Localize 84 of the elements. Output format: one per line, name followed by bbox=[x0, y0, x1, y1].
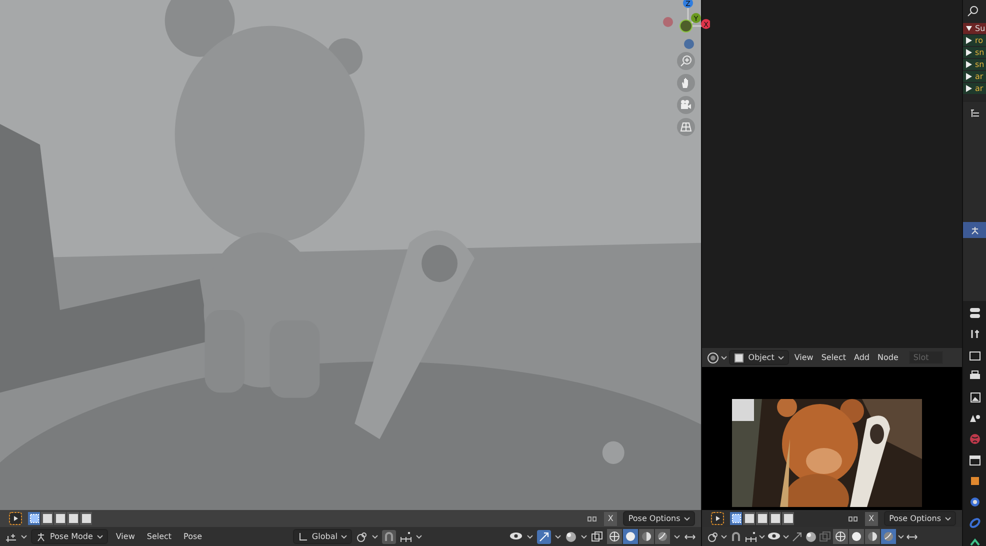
menu-item[interactable]: Pose bbox=[180, 532, 206, 541]
outliner-row[interactable]: ar bbox=[963, 83, 986, 94]
world-icon[interactable] bbox=[968, 433, 980, 445]
menu-item[interactable]: Node bbox=[874, 353, 902, 362]
shader-editor-icon[interactable] bbox=[707, 352, 720, 364]
menu-item[interactable]: Select bbox=[818, 353, 850, 362]
caret-icon bbox=[96, 534, 103, 538]
caret-icon bbox=[684, 516, 690, 520]
constraint-icon[interactable] bbox=[968, 517, 980, 529]
modifier-icon[interactable] bbox=[968, 496, 980, 508]
overlay-icon[interactable] bbox=[565, 530, 578, 542]
image-icon[interactable] bbox=[968, 391, 980, 403]
caret-icon bbox=[416, 534, 422, 538]
outliner-row[interactable]: sn bbox=[963, 47, 986, 58]
caret-icon bbox=[898, 534, 904, 538]
tool-icon[interactable] bbox=[968, 328, 980, 340]
play-icon[interactable] bbox=[9, 512, 22, 525]
play-icon[interactable] bbox=[711, 512, 724, 525]
select-mode-button[interactable] bbox=[743, 512, 756, 525]
close-button[interactable]: X bbox=[864, 512, 878, 526]
scene-icon[interactable] bbox=[968, 412, 980, 424]
object-dropdown[interactable]: Object bbox=[729, 350, 790, 365]
caret-icon bbox=[778, 356, 784, 360]
menu-item[interactable]: Add bbox=[851, 353, 873, 362]
pose-options-dropdown[interactable]: Pose Options bbox=[623, 511, 696, 526]
slot-field[interactable]: Slot bbox=[909, 351, 944, 364]
printer-icon[interactable] bbox=[968, 370, 980, 382]
bone-icon[interactable] bbox=[968, 538, 980, 546]
caret-icon bbox=[581, 534, 588, 538]
visibility-icon[interactable] bbox=[509, 530, 524, 542]
arrows-icon[interactable] bbox=[684, 532, 696, 542]
caret-icon bbox=[341, 534, 348, 538]
select-mode-button[interactable] bbox=[782, 512, 794, 525]
caret-icon bbox=[945, 516, 952, 520]
render-icon[interactable] bbox=[968, 349, 980, 361]
snap-icon[interactable] bbox=[382, 530, 396, 544]
caret-icon bbox=[759, 534, 766, 538]
expanded-triangle-icon bbox=[966, 25, 972, 32]
gizmo-icon[interactable] bbox=[537, 530, 552, 544]
axes-icon bbox=[298, 532, 308, 542]
overlay-icon[interactable] bbox=[805, 530, 818, 542]
shading-button[interactable] bbox=[607, 529, 622, 544]
toggle-icon[interactable] bbox=[968, 307, 980, 319]
caret-icon bbox=[721, 356, 728, 360]
visibility-icon[interactable] bbox=[767, 530, 782, 542]
arrows-icon[interactable] bbox=[906, 532, 918, 542]
select-mode-button[interactable] bbox=[769, 512, 782, 525]
pose-options-dropdown[interactable]: Pose Options bbox=[884, 511, 956, 526]
menu-item[interactable]: Select bbox=[142, 532, 176, 541]
outliner-row[interactable]: ro bbox=[963, 35, 986, 46]
close-button[interactable]: X bbox=[604, 512, 618, 526]
armature-icon bbox=[36, 532, 46, 542]
cube-icon bbox=[734, 352, 744, 362]
shading-button[interactable] bbox=[849, 529, 864, 544]
xray-icon[interactable] bbox=[591, 530, 604, 542]
menu-item[interactable]: View bbox=[112, 532, 139, 541]
shading-button[interactable] bbox=[865, 529, 880, 544]
shading-button[interactable] bbox=[639, 529, 654, 544]
object-icon[interactable] bbox=[968, 475, 980, 487]
menu-item[interactable]: View bbox=[791, 353, 816, 362]
pivot-icon[interactable] bbox=[356, 530, 368, 542]
increment-icon[interactable] bbox=[745, 530, 758, 542]
increment-icon[interactable] bbox=[400, 530, 412, 542]
caret-icon bbox=[674, 534, 680, 538]
caret-icon bbox=[783, 534, 790, 538]
caret-icon bbox=[555, 534, 562, 538]
shading-button[interactable] bbox=[623, 529, 638, 544]
shading-button[interactable] bbox=[881, 529, 896, 544]
caret-icon bbox=[527, 534, 534, 538]
shading-button[interactable] bbox=[655, 529, 670, 544]
outliner-row[interactable]: ar bbox=[963, 71, 986, 82]
outliner-row[interactable]: sn bbox=[963, 59, 986, 70]
select-mode-button[interactable] bbox=[730, 512, 742, 525]
pivot-icon[interactable] bbox=[707, 530, 720, 542]
caret-icon bbox=[721, 534, 728, 538]
collection-icon[interactable] bbox=[968, 454, 980, 466]
pose-icon[interactable] bbox=[963, 222, 986, 238]
caret-icon bbox=[21, 534, 27, 538]
caret-icon bbox=[372, 534, 378, 538]
select-mode-button[interactable] bbox=[756, 512, 768, 525]
mode-dropdown[interactable]: Pose Mode bbox=[31, 529, 108, 544]
shading-button[interactable] bbox=[833, 529, 848, 544]
orientation-dropdown[interactable]: Global bbox=[292, 529, 352, 544]
search-icon[interactable] bbox=[967, 5, 980, 17]
